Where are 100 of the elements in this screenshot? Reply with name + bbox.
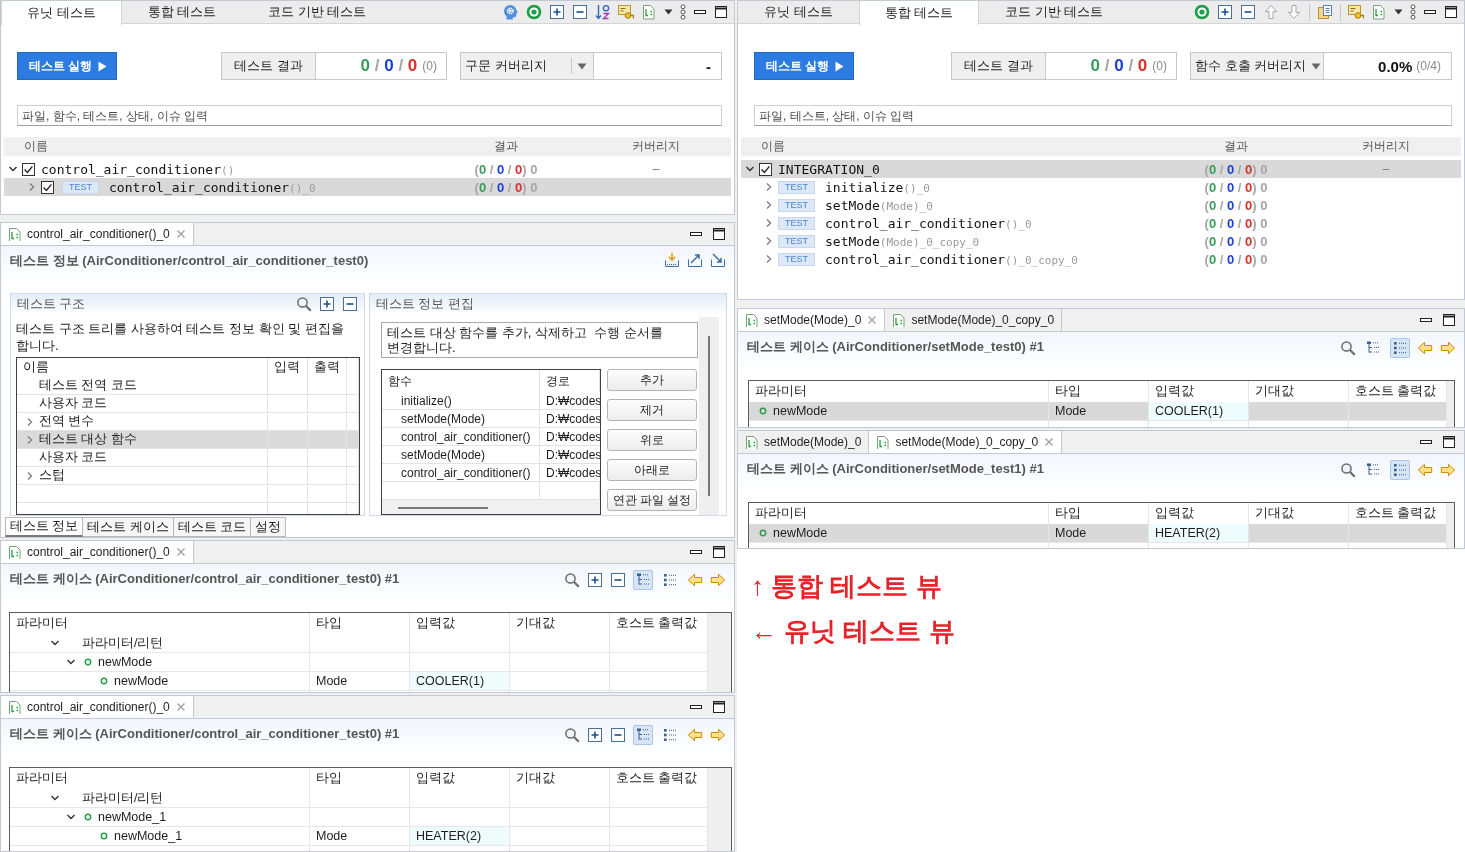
arrow-right-icon[interactable] [710,572,726,588]
arrow-left-icon[interactable] [1417,462,1433,478]
tree-row[interactable]: 테스트 전역 코드 [17,377,359,395]
scrollbar[interactable] [708,768,731,851]
tree-row[interactable]: TEST control_air_conditioner()_0_copy_0 (0 / 0 / 0) 0 [741,250,1461,268]
collapse-all-icon[interactable] [342,296,358,312]
action-button[interactable]: 위로 [607,429,697,451]
maximize-icon[interactable] [714,5,728,19]
arrow-right-icon[interactable] [710,727,726,743]
tree-row[interactable]: 테스트 대상 함수 [17,431,359,449]
tree-row[interactable]: TEST setMode(Mode)_0 (0 / 0 / 0) 0 [741,196,1461,214]
arrow-right-icon[interactable] [1440,340,1456,356]
collapse-all-icon[interactable] [1240,4,1256,20]
search-field[interactable]: 파일, 함수, 테스트, 상태, 이슈 입력 [17,105,722,126]
chevron-down-icon[interactable] [8,164,18,174]
editor-tab[interactable]: control_air_conditioner()_0 [1,541,194,563]
editor-tab[interactable]: setMode(Mode)_0_copy_0 [885,309,1063,331]
maximize-icon[interactable] [1442,435,1456,449]
list-view-button[interactable] [1390,338,1410,358]
scrollbar[interactable] [1447,503,1454,548]
action-button[interactable]: 추가 [607,369,697,391]
expand-all-icon[interactable] [587,727,603,743]
tree-row[interactable]: 스텁 [17,467,359,485]
action-button[interactable]: 연관 파일 설정 [607,489,697,511]
bottom-tab[interactable]: 테스트 케이스 [83,517,174,537]
maximize-icon[interactable] [712,227,726,241]
view-tab[interactable]: 유닛 테스트 [1,1,122,25]
table-row[interactable]: 파라미터/리턴 [10,789,708,808]
more-icon[interactable] [1410,4,1416,20]
scrollbar-thumb[interactable] [398,506,488,509]
editor-tab[interactable]: control_air_conditioner()_0 [1,223,194,245]
table-cell[interactable]: COOLER(1) [1149,402,1249,420]
scrollbar[interactable] [382,500,600,514]
chevron-right-icon[interactable] [764,236,774,246]
search-icon[interactable] [564,572,580,588]
target-icon[interactable] [526,4,542,20]
maximize-icon[interactable] [712,545,726,559]
more-icon[interactable] [680,4,686,20]
tree-row[interactable]: 사용자 코드 [17,395,359,413]
checkbox[interactable] [22,162,35,176]
table-row[interactable]: 파라미터/리턴 [10,634,708,653]
test-file-icon[interactable] [641,4,657,20]
chevron-right-icon[interactable] [764,218,774,228]
table-cell[interactable]: HEATER(2) [410,827,510,845]
table-cell[interactable]: HEATER(2) [1149,524,1249,542]
download-icon[interactable] [664,252,680,268]
bottom-tab[interactable]: 설정 [251,517,287,537]
maximize-icon[interactable] [1442,313,1456,327]
view-tab[interactable]: 통합 테스트 [121,1,243,23]
tree-row[interactable]: TEST control_air_conditioner()_0 (0 / 0 / 0) 0 [741,214,1461,232]
caret-icon[interactable] [1394,9,1403,15]
coverage-dropdown[interactable]: 구문 커버리지 [461,53,594,79]
chevron-down-icon[interactable] [66,657,76,667]
collapse-all-icon[interactable] [572,4,588,20]
caret-icon[interactable] [664,9,673,15]
test-file-icon[interactable] [1371,4,1387,20]
table-row[interactable]: newMode_1 Mode HEATER(2) [10,827,708,846]
collapse-all-icon[interactable] [610,572,626,588]
table-row[interactable]: newMode Mode COOLER(1) [749,402,1447,421]
tree-row[interactable]: 사용자 코드 [17,449,359,467]
export-icon[interactable] [687,252,703,268]
view-tab[interactable]: 코드 기반 테스트 [979,1,1130,23]
expand-all-icon[interactable] [549,4,565,20]
head-gear-icon[interactable] [503,4,519,20]
chevron-right-icon[interactable] [764,254,774,264]
key-card-icon[interactable] [1348,4,1364,20]
close-icon[interactable] [175,702,186,712]
search-icon[interactable] [296,296,312,312]
tree-row[interactable]: control_air_conditioner() (0 / 0 / 0) 0 – [4,160,731,178]
tree-row[interactable]: TEST setMode(Mode)_0_copy_0 (0 / 0 / 0) 0 [741,232,1461,250]
key-card-icon[interactable] [618,4,634,20]
expand-all-icon[interactable] [587,572,603,588]
bottom-tab[interactable]: 테스트 코드 [173,517,252,537]
close-icon[interactable] [1044,437,1055,447]
target-icon[interactable] [1194,4,1210,20]
chevron-right-icon[interactable] [25,416,35,427]
close-icon[interactable] [175,547,186,557]
maximize-icon[interactable] [712,700,726,714]
arrow-left-icon[interactable] [687,572,703,588]
run-button[interactable]: 테스트 실행 [17,52,117,80]
import-icon[interactable] [710,252,726,268]
close-icon[interactable] [867,315,878,325]
view-tab[interactable]: 유닛 테스트 [738,1,859,23]
scrollbar[interactable] [708,613,731,692]
search-field[interactable]: 파일, 테스트, 상태, 이슈 입력 [754,105,1452,126]
checkbox[interactable] [41,180,54,194]
maximize-icon[interactable] [1444,5,1458,19]
coverage-dropdown[interactable]: 함수 호출 커버리지 [1191,53,1324,79]
scrollbar[interactable] [699,317,719,515]
tree-view-button[interactable] [633,570,653,590]
collapse-all-icon[interactable] [610,727,626,743]
view-tab[interactable]: 통합 테스트 [858,1,980,25]
view-tab[interactable]: 코드 기반 테스트 [242,1,393,23]
chevron-down-icon[interactable] [50,793,60,803]
expand-all-icon[interactable] [319,296,335,312]
arrow-right-icon[interactable] [1440,462,1456,478]
scrollbar-thumb[interactable] [708,336,710,496]
chevron-right-icon[interactable] [764,200,774,210]
arrow-left-icon[interactable] [687,727,703,743]
tree-row[interactable]: TEST initialize()_0 (0 / 0 / 0) 0 [741,178,1461,196]
